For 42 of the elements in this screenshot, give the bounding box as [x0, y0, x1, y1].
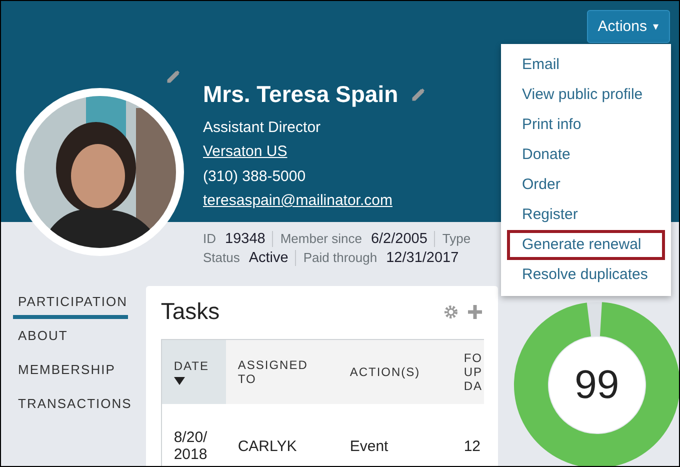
- nav-tab[interactable]: PARTICIPATION: [13, 294, 128, 319]
- contact-name: Mrs. Teresa Spain: [203, 81, 398, 108]
- email-link[interactable]: teresaspain@mailinator.com: [203, 192, 392, 209]
- field-label: Type: [442, 231, 471, 246]
- field-label: Member since: [280, 231, 362, 246]
- actions-button[interactable]: Actions ▾: [586, 10, 670, 43]
- nav-tab[interactable]: ABOUT: [13, 328, 68, 353]
- menu-item[interactable]: Register: [507, 200, 665, 230]
- column-header[interactable]: DATE: [162, 340, 226, 404]
- job-title: Assistant Director: [203, 119, 322, 136]
- field-label: Paid through: [303, 250, 378, 265]
- column-header[interactable]: ASSIGNED TO: [226, 340, 338, 404]
- add-icon[interactable]: [466, 304, 483, 320]
- nav-tab[interactable]: MEMBERSHIP: [13, 362, 116, 387]
- column-header[interactable]: FO UP DA: [452, 340, 484, 404]
- field-value: 12/31/2017: [386, 250, 459, 266]
- score-value: 99: [574, 362, 620, 408]
- table-cell-text: 8/20/ 2018: [172, 428, 208, 465]
- field-value: 19348: [225, 231, 266, 247]
- menu-item[interactable]: Order: [507, 170, 665, 200]
- field-label: ID: [203, 231, 216, 246]
- edit-icon[interactable]: [410, 86, 426, 102]
- menu-item[interactable]: Print info: [507, 110, 665, 140]
- edit-icon[interactable]: [165, 69, 181, 85]
- field-label: Status: [203, 250, 240, 265]
- table-cell-text: CARLYK: [236, 436, 298, 456]
- organization-link[interactable]: Versaton US: [203, 143, 288, 160]
- menu-item[interactable]: View public profile: [507, 80, 665, 110]
- table-cell-text: 12: [462, 436, 482, 456]
- nav-tab[interactable]: TRANSACTIONS: [13, 396, 132, 421]
- field-value: Active: [248, 250, 288, 266]
- menu-item[interactable]: Resolve duplicates: [507, 260, 665, 290]
- table-cell-text: Event: [348, 436, 390, 456]
- phone-number: (310) 388-5000: [203, 168, 307, 185]
- menu-item[interactable]: Generate renewal: [507, 230, 665, 260]
- card-title: Tasks: [160, 298, 220, 325]
- sort-icon: [174, 377, 185, 385]
- column-header[interactable]: ACTION(S): [338, 340, 452, 404]
- menu-item[interactable]: Email: [507, 50, 665, 80]
- field-value: 6/2/2005: [370, 231, 428, 247]
- settings-icon[interactable]: [442, 304, 459, 320]
- menu-item[interactable]: Donate: [507, 140, 665, 170]
